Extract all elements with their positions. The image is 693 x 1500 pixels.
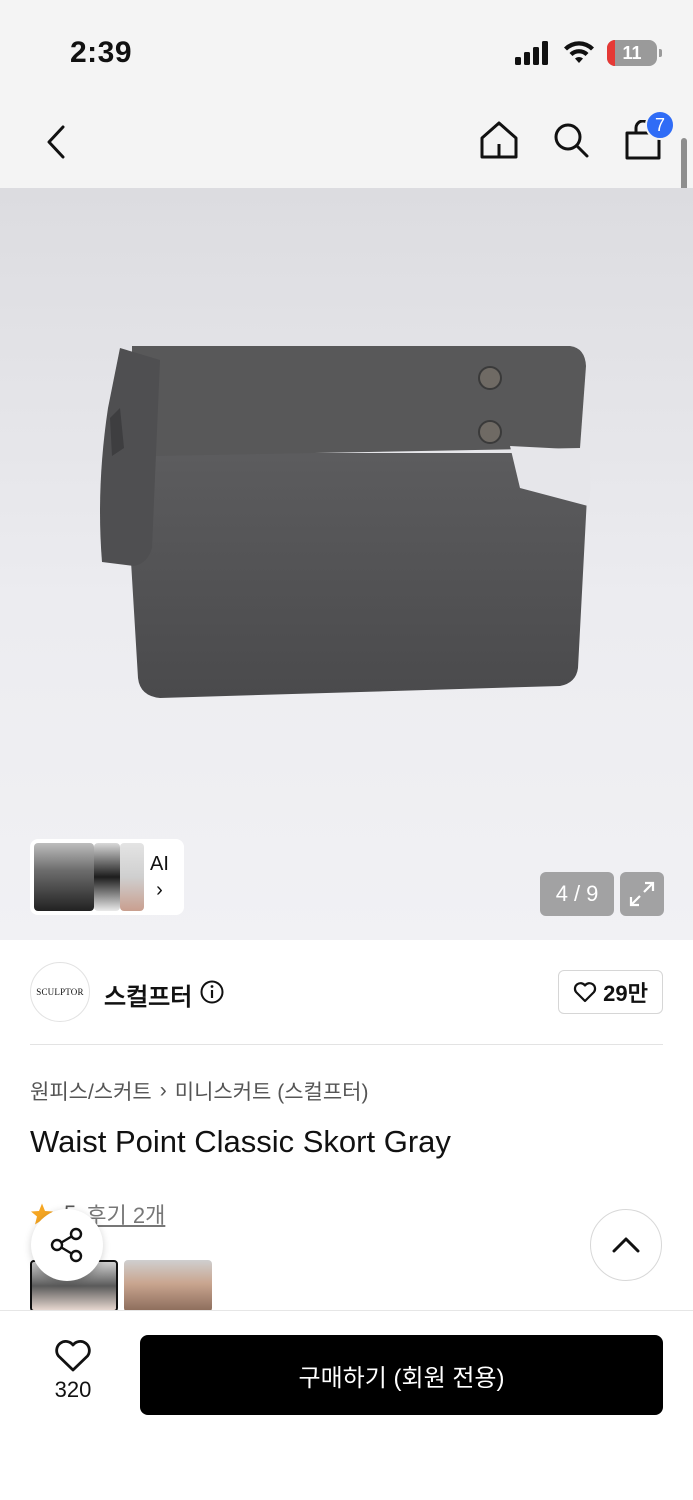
battery-icon: 11: [607, 40, 662, 66]
product-like-count: 320: [54, 1377, 92, 1402]
heart-icon: [55, 1340, 91, 1372]
brand-logo[interactable]: SCULPTOR: [30, 962, 90, 1022]
status-bar: 2:39 11: [0, 0, 693, 100]
buy-button[interactable]: 구매하기 (회원 전용): [140, 1335, 663, 1415]
brand-row: SCULPTOR 스컬프터 29만: [0, 940, 693, 1044]
divider: [30, 1044, 663, 1045]
share-button[interactable]: [31, 1209, 103, 1281]
nav-actions: 7: [477, 110, 675, 162]
breadcrumb-category[interactable]: 원피스/스커트: [30, 1076, 152, 1106]
chevron-right-icon: ›: [156, 879, 163, 901]
cart-button[interactable]: 7: [621, 110, 675, 162]
bottom-purchase-bar: 320 구매하기 (회원 전용): [0, 1310, 693, 1500]
scroll-to-top-button[interactable]: [590, 1209, 662, 1281]
breadcrumb-separator-icon: ›: [159, 1079, 167, 1102]
ai-thumbnail-2: [94, 843, 120, 911]
ai-thumbnail-3: [120, 843, 144, 911]
cellular-signal-icon: [515, 41, 548, 65]
share-icon: [50, 1227, 83, 1263]
pager-current: 4: [555, 881, 568, 906]
product-image-gallery[interactable]: AI › 4 / 9: [0, 188, 693, 940]
brand-like-count: 29만: [603, 981, 648, 1006]
brand-logo-text: SCULPTOR: [36, 987, 84, 997]
wifi-icon: [564, 41, 594, 63]
expand-button[interactable]: [620, 872, 664, 916]
image-pager: 4 / 9: [540, 872, 614, 916]
top-nav-bar: 7: [0, 100, 693, 188]
ai-thumbnails: [34, 843, 144, 911]
ai-lookbook-card[interactable]: AI ›: [30, 839, 184, 915]
chevron-up-icon: [612, 1237, 640, 1253]
category-breadcrumb: 원피스/스커트 › 미니스커트 (스컬프터): [30, 1076, 368, 1106]
ai-thumbnail-1: [34, 843, 94, 911]
search-icon: [554, 123, 589, 158]
product-image-skirt: [100, 346, 591, 698]
brand-like-button[interactable]: 29만: [558, 970, 663, 1014]
home-icon: [480, 121, 518, 159]
chevron-left-icon: [47, 125, 65, 159]
product-title: Waist Point Classic Skort Gray: [30, 1124, 451, 1159]
cart-count-badge: 7: [645, 110, 675, 140]
breadcrumb-subcategory[interactable]: 미니스커트 (스컬프터): [175, 1076, 369, 1106]
expand-icon: [629, 881, 655, 907]
review-thumbnail-2[interactable]: [124, 1260, 212, 1312]
status-time: 2:39: [70, 36, 133, 69]
battery-level: 11: [622, 42, 642, 63]
status-icons: 11: [515, 40, 662, 66]
heart-icon: [574, 982, 597, 1003]
pager-separator: /: [573, 881, 581, 906]
search-button[interactable]: [549, 118, 593, 162]
pager-total: 9: [586, 881, 599, 906]
back-button[interactable]: [36, 120, 76, 164]
review-count-link[interactable]: 후기 2개: [86, 1198, 165, 1230]
ai-text: AI: [150, 853, 169, 875]
home-button[interactable]: [477, 118, 521, 162]
brand-name[interactable]: 스컬프터: [104, 977, 192, 1012]
ai-label: AI ›: [150, 851, 169, 903]
info-icon[interactable]: [200, 980, 224, 1004]
product-like-button[interactable]: 320: [40, 1339, 106, 1403]
